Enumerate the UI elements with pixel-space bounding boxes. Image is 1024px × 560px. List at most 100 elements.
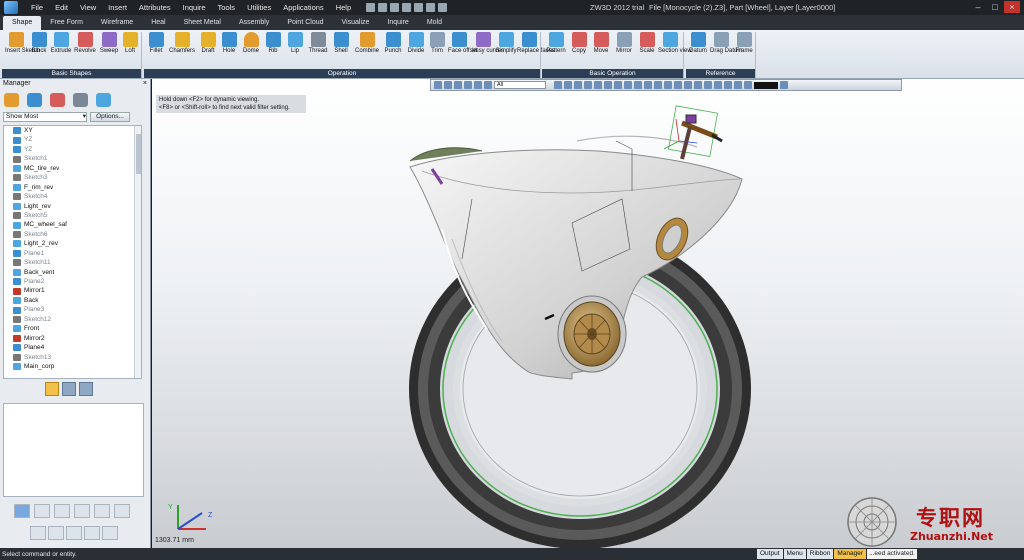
sweep-button[interactable]: Sweep xyxy=(98,32,120,55)
tab-heal[interactable]: Heal xyxy=(142,16,174,30)
trim-button[interactable]: Trim xyxy=(428,32,446,55)
block-button[interactable]: Block xyxy=(29,32,49,55)
frame-button[interactable]: Frame xyxy=(734,32,754,55)
move-button[interactable]: Move xyxy=(591,32,611,55)
tab-assembly[interactable]: Assembly xyxy=(230,16,278,30)
thread-button[interactable]: Thread xyxy=(307,32,329,55)
simplify-button[interactable]: Simplify xyxy=(495,32,517,55)
history-tree[interactable]: XY YZ YZ Sketch1 MC_tire_rev Sketch3 F_rim_rev… xyxy=(3,125,142,379)
save-icon[interactable] xyxy=(390,3,400,12)
hierarchy-view-icon[interactable] xyxy=(79,382,93,396)
menu-view[interactable]: View xyxy=(79,3,97,12)
minimize-button[interactable]: – xyxy=(970,1,986,13)
lip-button[interactable]: Lip xyxy=(286,32,304,55)
tree-item[interactable]: Back_vent xyxy=(4,268,141,277)
tree-item[interactable]: MC_tire_rev xyxy=(4,164,141,173)
tab-ribbon[interactable]: Ribbon xyxy=(806,549,834,559)
redo-icon[interactable] xyxy=(426,3,436,12)
command-input-area[interactable] xyxy=(3,403,144,497)
shell-button[interactable]: Shell xyxy=(331,32,351,55)
tree-item[interactable]: MC_wheel_saf xyxy=(4,220,141,229)
tree-item[interactable]: Main_corp xyxy=(4,362,141,371)
fillet-button[interactable]: Fillet xyxy=(146,32,166,55)
menu-insert[interactable]: Insert xyxy=(107,3,128,12)
history-icon[interactable] xyxy=(4,93,19,107)
tree-item[interactable]: XY xyxy=(4,126,141,135)
copy-button[interactable]: Copy xyxy=(569,32,589,55)
maximize-button[interactable]: □ xyxy=(987,1,1003,13)
show-filter-dropdown[interactable]: Show Most ▾ xyxy=(3,112,87,122)
section-view-button[interactable]: Section view xyxy=(658,32,692,55)
play-icon[interactable] xyxy=(14,504,30,518)
pencil-icon[interactable] xyxy=(48,526,64,540)
tools-icon[interactable] xyxy=(50,93,65,107)
tree-item[interactable]: Plane2 xyxy=(4,277,141,286)
tab-inquire[interactable]: Inquire xyxy=(378,16,417,30)
rewind-icon[interactable] xyxy=(114,504,130,518)
loft-button[interactable]: Loft xyxy=(121,32,139,55)
cut-icon[interactable] xyxy=(66,526,82,540)
tab-free-form[interactable]: Free Form xyxy=(41,16,92,30)
tree-scrollbar[interactable] xyxy=(134,126,141,378)
tab-manager[interactable]: Manager xyxy=(834,549,867,559)
new-icon[interactable] xyxy=(366,3,376,12)
open-icon[interactable] xyxy=(378,3,388,12)
tree-item[interactable]: Plane4 xyxy=(4,343,141,352)
delete-icon[interactable] xyxy=(84,526,100,540)
insert-sketch-button[interactable]: Insert Sketch xyxy=(5,32,40,55)
close-button[interactable]: × xyxy=(1004,1,1020,13)
print-icon[interactable] xyxy=(402,3,412,12)
punch-button[interactable]: Punch xyxy=(382,32,404,55)
mirror-button[interactable]: Mirror xyxy=(613,32,635,55)
handlebar[interactable] xyxy=(663,105,723,160)
divide-button[interactable]: Divide xyxy=(405,32,427,55)
tree-item[interactable]: Sketch1 xyxy=(4,154,141,163)
menu-edit[interactable]: Edit xyxy=(54,3,69,12)
dome-button[interactable]: Dome xyxy=(240,32,262,55)
view-icon[interactable] xyxy=(73,93,88,107)
menu-inquire[interactable]: Inquire xyxy=(182,3,207,12)
draft-button[interactable]: Draft xyxy=(198,32,218,55)
chamfers-button[interactable]: Chamfers xyxy=(168,32,196,55)
app-logo-icon[interactable] xyxy=(4,1,18,14)
pattern-button[interactable]: Pattern xyxy=(545,32,567,55)
face-offset-button[interactable]: Face offset xyxy=(448,32,478,55)
tree-item[interactable]: Sketch13 xyxy=(4,353,141,362)
tree-item[interactable]: Light_2_rev xyxy=(4,239,141,248)
revolve-button[interactable]: Revolve xyxy=(73,32,97,55)
tree-item[interactable]: Sketch12 xyxy=(4,315,141,324)
menu-utilities[interactable]: Utilities xyxy=(246,3,272,12)
tree-item[interactable]: YZ xyxy=(4,145,141,154)
menu-tools[interactable]: Tools xyxy=(217,3,237,12)
assembly-icon[interactable] xyxy=(27,93,42,107)
menu-help[interactable]: Help xyxy=(335,3,352,12)
scale-button[interactable]: Scale xyxy=(637,32,657,55)
hole-button[interactable]: Hole xyxy=(220,32,238,55)
tab-point-cloud[interactable]: Point Cloud xyxy=(278,16,332,30)
tree-item[interactable]: Back xyxy=(4,296,141,305)
tree-item[interactable]: Sketch5 xyxy=(4,211,141,220)
tree-scroll-thumb[interactable] xyxy=(136,134,141,174)
tree-item[interactable]: YZ xyxy=(4,135,141,144)
undo-icon[interactable] xyxy=(414,3,424,12)
datum-button[interactable]: Datum xyxy=(688,32,708,55)
drag-datum-button[interactable]: Drag Datum xyxy=(710,32,742,55)
back-icon[interactable] xyxy=(54,504,70,518)
replace-faces-button[interactable]: Replace faces xyxy=(517,32,555,55)
menu-file[interactable]: File xyxy=(30,3,44,12)
rib-button[interactable]: Rib xyxy=(264,32,282,55)
step-forward-icon[interactable] xyxy=(94,504,110,518)
tree-item[interactable]: F_rim_rev xyxy=(4,183,141,192)
tree-item[interactable]: Mirror1 xyxy=(4,286,141,295)
tree-item[interactable]: Plane1 xyxy=(4,249,141,258)
tree-view-icon[interactable] xyxy=(45,382,59,396)
tab-wireframe[interactable]: Wireframe xyxy=(92,16,142,30)
options-button[interactable]: Options... xyxy=(90,112,130,122)
imsy-curves-button[interactable]: Imsy curves xyxy=(472,32,504,55)
stop-icon[interactable] xyxy=(102,526,118,540)
tab-menu[interactable]: Menu xyxy=(783,549,806,559)
3d-viewport[interactable]: All Hold down <F2> for dynamic viewing. … xyxy=(152,79,1024,548)
settings-icon[interactable] xyxy=(438,3,448,12)
forward-icon[interactable] xyxy=(74,504,90,518)
tab-shape[interactable]: Shape xyxy=(3,16,42,30)
